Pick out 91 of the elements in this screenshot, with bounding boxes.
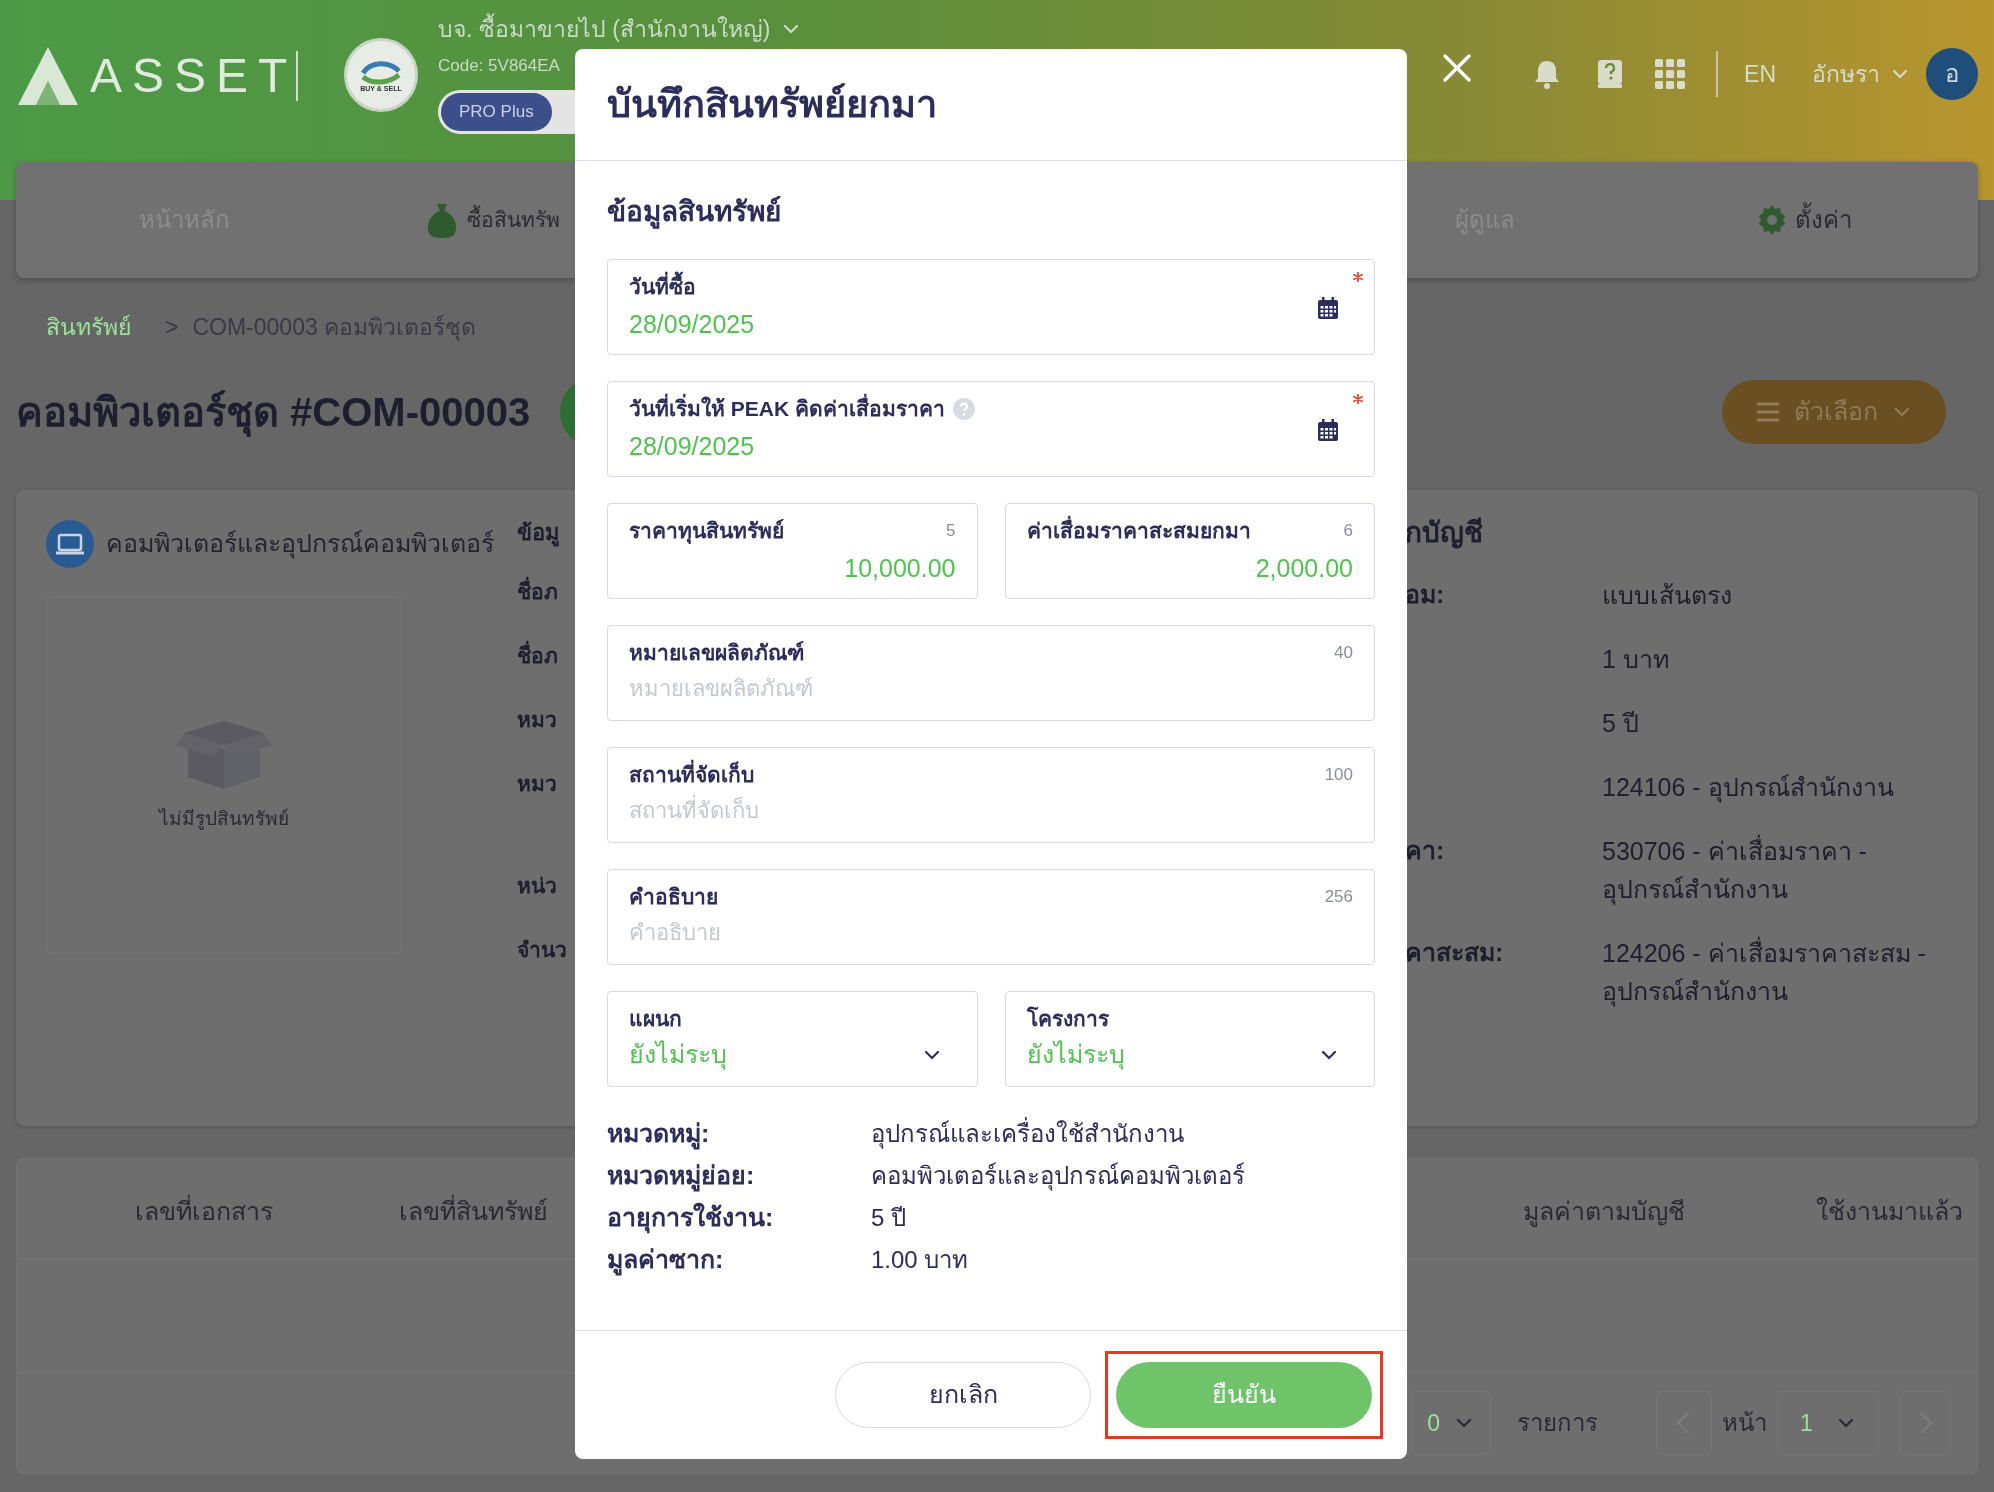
field-label: วันที่ซื้อ (629, 271, 696, 303)
page-select[interactable]: 1 (1777, 1391, 1879, 1456)
field-value: ยังไม่ระบุ (1026, 1039, 1125, 1072)
page-label: หน้า (1722, 1408, 1767, 1439)
character-limit: 40 (1334, 642, 1353, 665)
field-label: หมว (517, 772, 557, 795)
dropdown-field[interactable]: แผนก ยังไม่ระบุ (607, 991, 978, 1087)
input-field[interactable]: ราคาทุนสินทรัพย์ 5 10,000.00 (607, 503, 978, 599)
company-code: Code: 5V864EA (438, 54, 561, 77)
input-field[interactable]: สถานที่จัดเก็บ (629, 794, 1353, 827)
field-value: 1.00 บาท (871, 1245, 969, 1275)
field-value: คอมพิวเตอร์และอุปกรณ์คอมพิวเตอร์ (871, 1161, 1245, 1193)
input-field[interactable]: คำอธิบาย (629, 916, 1353, 949)
column-header[interactable]: ใช้งานมาแล้ว (1816, 1193, 1963, 1231)
modal-title: บันทึกสินทรัพย์ยกมา (607, 82, 937, 127)
dropdown-field[interactable]: โครงการ ยังไม่ระบุ (1004, 991, 1375, 1087)
text-field[interactable]: หมายเลขผลิตภัณฑ์ 40 หมายเลขผลิตภัณฑ์ (607, 625, 1375, 721)
character-limit: 6 (1343, 520, 1353, 543)
field-value: แบบเส้นตรง (1602, 580, 1733, 611)
field-label: คาสะสม: (1405, 938, 1504, 966)
close-icon[interactable] (1442, 53, 1472, 83)
field-label: อม: (1405, 580, 1445, 608)
confirm-button[interactable]: ยืนยัน (1116, 1362, 1372, 1428)
field-label: โครงการ (1026, 1005, 1109, 1033)
page-title: คอมพิวเตอร์ชุด #COM-00003 (16, 382, 531, 442)
logo-icon (16, 45, 80, 107)
section-heading: ข้อมู (517, 519, 561, 549)
text-field[interactable]: สถานที่จัดเก็บ 100 สถานที่จัดเก็บ (607, 747, 1375, 843)
date-field[interactable]: วันที่ซื้อ 28/09/2025 (607, 259, 1375, 355)
field-value: 1 บาท (1602, 644, 1670, 675)
character-limit: 256 (1324, 886, 1353, 909)
input-field[interactable]: หมายเลขผลิตภัณฑ์ (629, 672, 1353, 705)
company-name[interactable]: บจ. ซื้อมาขายไป (สำนักงานใหญ่) (438, 12, 771, 47)
field-label: สถานที่จัดเก็บ (629, 759, 754, 791)
nav-item[interactable]: ซื้อสินทรัพ (423, 200, 560, 240)
user-name[interactable]: อักษรา (1812, 56, 1880, 92)
field-value: 530706 - ค่าเสื่อมราคา - อุปกรณ์สำนักงาน (1602, 832, 1932, 908)
handshake-icon (361, 58, 401, 85)
nav-item[interactable]: ตั้งค่า (1755, 202, 1852, 238)
calendar-icon[interactable] (1318, 297, 1338, 319)
brand-name: ASSET (90, 48, 298, 104)
cancel-button[interactable]: ยกเลิก (835, 1362, 1091, 1428)
field-label: หมว (517, 708, 557, 731)
field-value: ยังไม่ระบุ (629, 1039, 727, 1072)
field-value: 124106 - อุปกรณ์สำนักงาน (1602, 772, 1895, 805)
field-label: หน่ว (517, 874, 557, 897)
field-label: ราคาทุนสินทรัพย์ (629, 518, 784, 546)
character-limit: 100 (1324, 764, 1353, 787)
field-value: 2,000.00 (1255, 553, 1353, 584)
field-value: 5 ปี (871, 1203, 906, 1233)
breadcrumb-separator: > (165, 312, 179, 342)
field-label: ค่าเสื่อมราคาสะสมยกมา (1026, 515, 1251, 547)
menu-icon (1756, 401, 1780, 423)
field-label: หมายเลขผลิตภัณฑ์ (629, 640, 804, 667)
help-book-icon[interactable] (1596, 58, 1625, 90)
column-header[interactable]: มูลค่าตามบัญชี (1523, 1193, 1685, 1231)
page-size-label: รายการ (1517, 1408, 1598, 1439)
no-image-text: ไม่มีรูปสินทรัพย์ (159, 806, 289, 832)
user-avatar[interactable]: อ (1926, 48, 1978, 100)
column-header[interactable]: เลขที่สินทรัพย์ (399, 1193, 548, 1231)
calendar-icon[interactable] (1318, 419, 1338, 441)
field-value: อุปกรณ์และเครื่องใช้สำนักงาน (871, 1116, 1184, 1152)
field-label: คำอธิบาย (629, 884, 718, 911)
field-value: 28/09/2025 (629, 309, 755, 340)
apps-grid-icon[interactable] (1654, 58, 1687, 90)
field-label: คา: (1405, 836, 1445, 864)
field-label: หมวดหมู่: (607, 1118, 711, 1152)
field-label: วันที่เริ่มให้ PEAK คิดค่าเสื่อมราคา (629, 393, 945, 425)
date-field[interactable]: วันที่เริ่มให้ PEAK คิดค่าเสื่อมราคา 28/09/2025 (607, 381, 1375, 477)
page-size-select[interactable]: 0 (1411, 1391, 1491, 1456)
breadcrumb-link[interactable]: สินทรัพย์ (46, 309, 131, 345)
plan-badge: PRO Plus (441, 93, 552, 131)
section-heading: ข้อมูลสินทรัพย์ (607, 195, 782, 229)
language-button[interactable]: EN (1744, 56, 1776, 92)
laptop-icon (46, 520, 94, 568)
help-icon[interactable] (953, 398, 975, 420)
field-label: จำนว (517, 938, 567, 961)
field-label: แผนก (629, 1006, 682, 1033)
text-field[interactable]: คำอธิบาย 256 คำอธิบาย (607, 869, 1375, 965)
field-value: 5 ปี (1602, 708, 1640, 739)
field-label: หมวดหมู่ย่อย: (607, 1160, 756, 1194)
column-header[interactable]: เลขที่เอกสาร (135, 1193, 273, 1231)
section-heading: กบัญชี (1405, 516, 1484, 551)
field-value: 28/09/2025 (629, 431, 755, 462)
field-value: 124206 - ค่าเสื่อมราคาสะสม - อุปกรณ์สำนักงาน (1602, 934, 1932, 1010)
character-limit: 5 (946, 520, 956, 543)
field-label: มูลค่าซาก: (607, 1244, 725, 1278)
asset-category: คอมพิวเตอร์และอุปกรณ์คอมพิวเตอร์ (106, 528, 494, 561)
field-value: 10,000.00 (844, 553, 956, 584)
input-field[interactable]: ค่าเสื่อมราคาสะสมยกมา 6 2,000.00 (1004, 503, 1375, 599)
field-label: อายุการใช้งาน: (607, 1201, 775, 1236)
